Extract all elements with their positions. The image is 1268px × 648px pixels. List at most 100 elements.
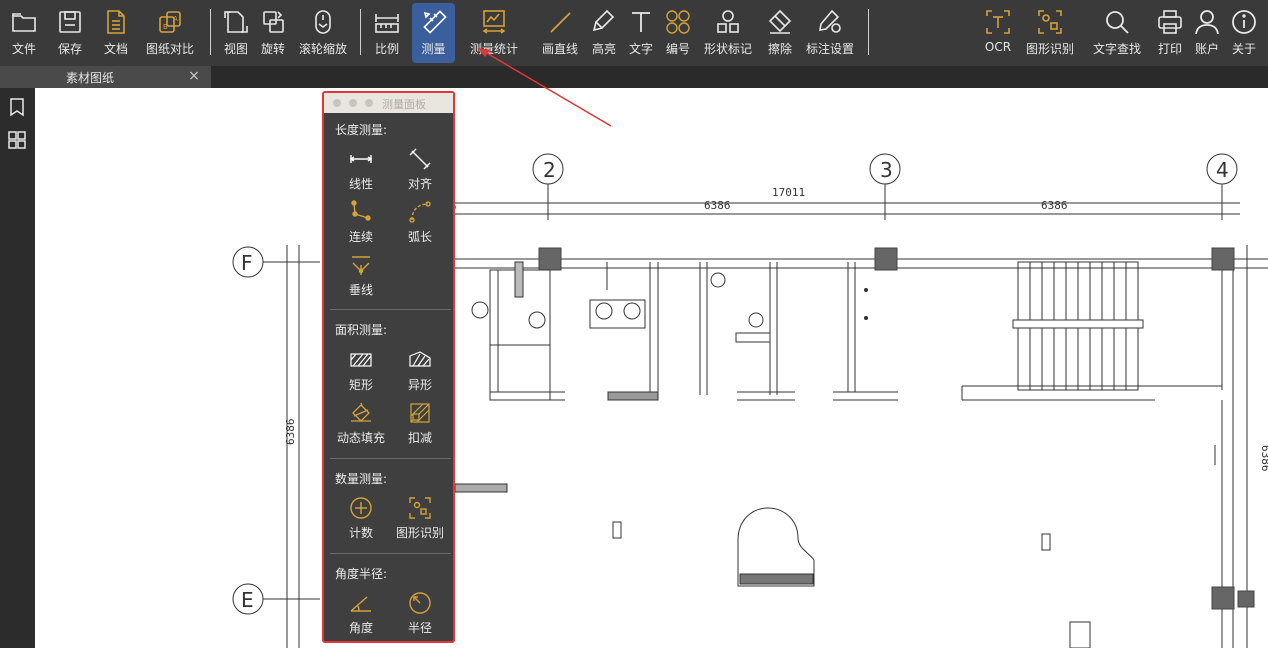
numbering-button[interactable]: 编号 <box>663 3 693 63</box>
tool-perpendicular[interactable]: 垂线 <box>331 253 391 298</box>
dimension-6386-b: 6386 <box>1041 199 1068 212</box>
linear-measure-icon <box>349 155 373 163</box>
axis-label-3: 3 <box>880 158 893 182</box>
axis-label-f: F <box>241 251 253 275</box>
perpendicular-icon <box>352 256 370 275</box>
scale-button[interactable]: 比例 <box>372 3 402 63</box>
tool-aligned[interactable]: 对齐 <box>390 147 450 192</box>
thumbnails-icon[interactable] <box>6 129 28 151</box>
outlet <box>1041 533 1051 551</box>
tab-bar: 素材图纸 × <box>0 66 1268 88</box>
tool-dynamic-fill[interactable]: 动态填充 <box>328 401 394 446</box>
ruler-icon <box>375 14 399 33</box>
shape-recognition-icon <box>1038 10 1062 34</box>
tool-irregular[interactable]: 异形 <box>390 348 450 393</box>
tool-subtract[interactable]: 扣减 <box>390 401 450 446</box>
ocr-icon <box>986 10 1010 34</box>
shape-mark-button[interactable]: 形状标记 <box>701 3 755 63</box>
subtract-area-icon <box>410 403 430 423</box>
panel-titlebar[interactable]: 测量面板 <box>324 93 453 113</box>
angle-icon <box>350 596 371 612</box>
close-icon[interactable]: × <box>187 69 201 83</box>
floor-plan: 2 3 4 5 6386 17011 6386 F E 6386 6386 <box>232 153 1268 648</box>
tool-angle[interactable]: 角度 <box>331 591 391 636</box>
radius-icon <box>409 592 431 614</box>
section-count-title: 数量测量: <box>335 472 388 486</box>
print-button[interactable]: 打印 <box>1155 3 1185 63</box>
toolbar-divider <box>868 9 869 55</box>
bookmark-icon[interactable] <box>6 96 28 118</box>
printer-icon <box>1158 10 1182 34</box>
dimension-6386-left: 6386 <box>284 419 297 446</box>
rectangle-area-icon <box>350 353 372 367</box>
account-button[interactable]: 账户 <box>1192 3 1222 63</box>
line-icon <box>550 12 571 33</box>
column <box>1211 586 1235 610</box>
compare-drawings-button[interactable]: BA 图纸对比 <box>142 3 198 63</box>
toolbar-divider <box>210 9 211 55</box>
main-toolbar: 文件 保存 文档 BA 图纸对比 视图 旋转 滚轮缩放 比例 测量 测量统计 画… <box>0 0 1268 66</box>
measure-stats-icon <box>482 10 506 34</box>
arc-length-icon <box>409 201 431 223</box>
annotation-settings-button[interactable]: 标注设置 <box>803 3 857 63</box>
measure-icon <box>422 10 447 34</box>
search-icon <box>1106 11 1129 34</box>
text-icon <box>632 12 650 32</box>
axis-label-2: 2 <box>543 158 556 182</box>
minimize-dot[interactable] <box>349 99 357 107</box>
dimension-17011: 17011 <box>772 186 805 199</box>
text-search-button[interactable]: 文字查找 <box>1090 3 1144 63</box>
measure-button[interactable]: 测量 <box>412 3 455 63</box>
tool-linear[interactable]: 线性 <box>331 147 391 192</box>
text-button[interactable]: 文字 <box>626 3 656 63</box>
mouse-icon <box>315 10 331 34</box>
shape-recognition-button[interactable]: 图形识别 <box>1023 3 1077 63</box>
tool-radius[interactable]: 半径 <box>390 591 450 636</box>
drawing-canvas[interactable]: 2 3 4 5 6386 17011 6386 F E 6386 6386 <box>35 88 1268 648</box>
svg-text:A: A <box>173 15 178 23</box>
tool-rectangle[interactable]: 矩形 <box>331 348 391 393</box>
rotate-button[interactable]: 旋转 <box>258 3 288 63</box>
tool-arc-length[interactable]: 弧长 <box>390 200 450 245</box>
erase-button[interactable]: 擦除 <box>765 3 795 63</box>
maximize-dot[interactable] <box>365 99 373 107</box>
section-area-title: 面积测量: <box>335 323 388 337</box>
numbering-icon <box>666 10 690 34</box>
svg-text:B: B <box>163 23 168 31</box>
about-button[interactable]: 关于 <box>1229 3 1259 63</box>
measure-stats-button[interactable]: 测量统计 <box>466 3 522 63</box>
view-icon <box>224 11 248 33</box>
user-icon <box>1195 10 1219 35</box>
info-icon <box>1232 10 1256 34</box>
outlet <box>612 521 622 539</box>
irregular-area-icon <box>409 351 431 367</box>
tool-count[interactable]: 计数 <box>331 496 391 541</box>
app-window: 文件 保存 文档 BA 图纸对比 视图 旋转 滚轮缩放 比例 测量 测量统计 画… <box>0 0 1268 648</box>
highlighter-icon <box>592 9 615 32</box>
section-length-title: 长度测量: <box>335 123 388 137</box>
left-rail <box>0 88 35 648</box>
folder-icon <box>12 13 36 32</box>
draw-line-button[interactable]: 画直线 <box>538 3 582 63</box>
tool-shape-recognition[interactable]: 图形识别 <box>390 496 450 541</box>
close-dot[interactable] <box>333 99 341 107</box>
file-button[interactable]: 文件 <box>4 3 44 63</box>
compare-icon: BA <box>159 11 181 33</box>
axis-label-4: 4 <box>1216 158 1229 182</box>
tool-continuous[interactable]: 连续 <box>331 200 391 245</box>
shape-recognition-icon <box>409 497 431 519</box>
tab-title: 素材图纸 <box>66 70 115 85</box>
save-button[interactable]: 保存 <box>50 3 90 63</box>
view-button[interactable]: 视图 <box>221 3 251 63</box>
column <box>538 247 562 271</box>
scroll-zoom-button[interactable]: 滚轮缩放 <box>296 3 350 63</box>
measure-panel: 测量面板 长度测量: 线性 对齐 连续 弧长 垂线 面积测量: 矩形 异形 动态… <box>322 91 455 643</box>
axis-label-e: E <box>241 588 254 612</box>
document-button[interactable]: 文档 <box>96 3 136 63</box>
tab-drawing[interactable]: 素材图纸 × <box>0 66 211 88</box>
rotate-icon <box>263 11 284 33</box>
highlight-button[interactable]: 高亮 <box>589 3 619 63</box>
dimension-6386-a: 6386 <box>704 199 731 212</box>
ocr-button[interactable]: OCR <box>983 3 1013 63</box>
save-icon <box>59 11 81 33</box>
